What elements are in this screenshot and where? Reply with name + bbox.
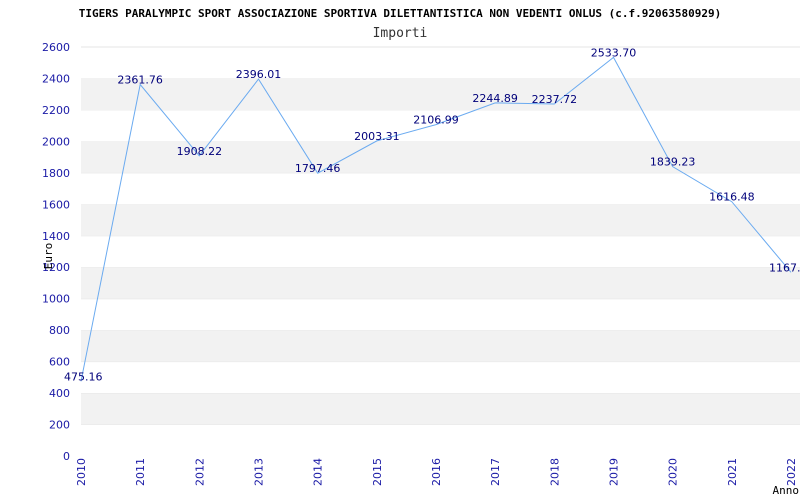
y-tick-label: 2000 [42,135,70,148]
x-tick-label: 2020 [667,458,680,486]
grid-band [81,330,800,362]
y-tick-label: 800 [49,324,70,337]
y-tick-label: 200 [49,419,70,432]
line-chart: TIGERS PARALYMPIC SPORT ASSOCIAZIONE SPO… [42,7,800,497]
grid-band [81,172,800,205]
data-label: 2106.99 [413,114,459,127]
data-label: 1908.22 [177,145,223,158]
x-tick-label: 2015 [371,458,384,486]
grid-bands [81,46,800,456]
y-tick-label: 2600 [42,41,70,54]
grid-band [81,424,800,456]
y-tick-label: 1800 [42,167,70,180]
y-tick-label: 2400 [42,72,70,85]
data-label: 1797.46 [295,162,341,175]
data-label: 2003.31 [354,130,400,143]
y-tick-label: 0 [63,450,70,463]
data-label: 2237.72 [532,93,578,106]
x-axis-ticks: 2010 2011 2012 2013 2014 2015 2016 2017 2018 2019… [75,458,798,486]
y-tick-label: 1600 [42,198,70,211]
x-tick-label: 2022 [785,458,798,486]
y-tick-label: 400 [49,387,70,400]
y-tick-label: 2200 [42,104,70,117]
grid-band [81,235,800,268]
data-label: 2533.70 [591,46,637,59]
x-tick-label: 2016 [430,458,443,486]
x-tick-label: 2017 [489,458,502,486]
x-tick-label: 2014 [312,458,325,486]
chart-subtitle: Importi [373,26,428,41]
x-tick-label: 2012 [193,458,206,486]
x-tick-label: 2010 [75,458,88,486]
grid-band [81,298,800,331]
data-label: 1616.48 [709,191,755,204]
data-label: 2396.01 [236,68,282,81]
data-label: 475.16 [64,370,103,383]
grid-band [81,47,800,79]
data-label: 1167.8 [769,261,800,274]
data-label: 2361.76 [117,73,163,86]
x-tick-label: 2019 [608,458,621,486]
x-tick-label: 2013 [253,458,266,486]
grid-band [81,393,800,425]
y-tick-label: 1000 [42,293,70,306]
y-axis-label: Euro [42,243,55,270]
grid-band [81,204,800,236]
grid-band [81,267,800,299]
x-axis-label: Anno [773,484,800,497]
x-tick-label: 2021 [726,458,739,486]
data-label: 1839.23 [650,156,696,169]
x-tick-label: 2018 [548,458,561,486]
data-label: 2244.89 [472,92,518,105]
grid-band [81,78,800,110]
x-tick-label: 2011 [134,458,147,486]
y-tick-label: 1400 [42,230,70,243]
y-tick-label: 600 [49,356,70,369]
chart-title: TIGERS PARALYMPIC SPORT ASSOCIAZIONE SPO… [79,7,721,20]
grid-band [81,361,800,394]
